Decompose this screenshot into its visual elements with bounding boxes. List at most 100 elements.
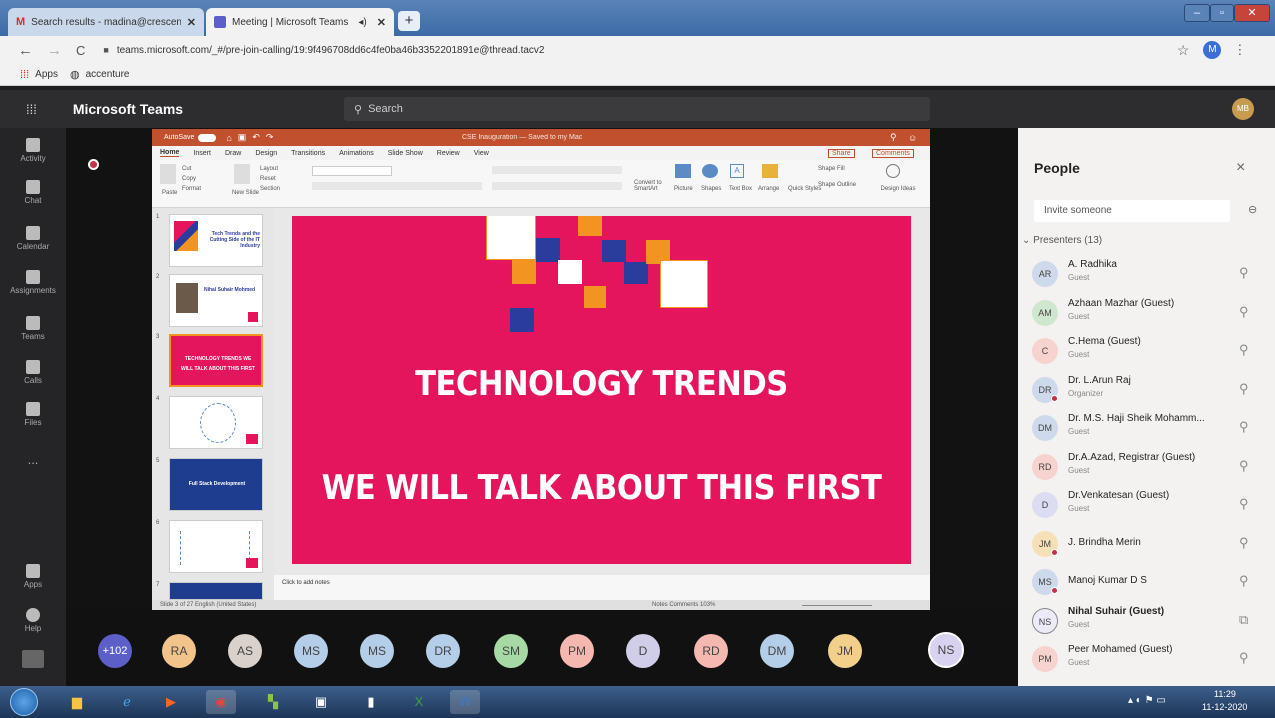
tab-view[interactable]: View <box>474 150 489 157</box>
ppt-account-icon[interactable]: ☺ <box>908 133 917 143</box>
rail-apps[interactable]: Apps <box>0 564 66 589</box>
maximize-button[interactable]: ▫ <box>1210 4 1234 22</box>
close-tab-icon[interactable]: ✕ <box>377 16 386 29</box>
document-icon[interactable]: ▮ <box>356 690 386 714</box>
participant-avatar[interactable]: NS <box>928 632 964 668</box>
tab-gmail[interactable]: M Search results - madina@crescen ✕ <box>8 8 204 36</box>
participant-avatar[interactable]: DR <box>426 634 460 668</box>
alignment-toolbar[interactable] <box>492 182 622 190</box>
textbox-icon[interactable]: A <box>730 164 744 178</box>
ie-icon[interactable]: ℯ <box>112 690 142 714</box>
zoom-slider[interactable] <box>802 605 872 606</box>
window-icon[interactable]: ▣ <box>306 690 336 714</box>
bookmark-accenture[interactable]: accenture <box>86 69 130 80</box>
app-launcher-icon[interactable]: ⁞⁞⁞ <box>26 102 37 117</box>
shape-fill-button[interactable]: Shape Fill <box>818 166 845 172</box>
tab-teams[interactable]: Meeting | Microsoft Teams ◂) ✕ <box>206 8 394 36</box>
invite-input[interactable]: Invite someone <box>1034 200 1230 222</box>
save-icon[interactable]: ▣ <box>238 132 247 143</box>
person-row[interactable]: DM Dr. M.S. Haji Sheik Mohamm... Guest ⚲ <box>1018 410 1275 446</box>
slide-thumbnail-7[interactable] <box>169 582 263 600</box>
new-tab-button[interactable]: + <box>398 11 420 31</box>
share-invite-icon[interactable]: ⊖ <box>1248 203 1257 216</box>
participant-avatar[interactable]: SM <box>494 634 528 668</box>
tray-icons[interactable]: ▴ ◐ ⚑ ▭ <box>1128 695 1166 706</box>
person-row[interactable]: PM Peer Mohamed (Guest) Guest ⚲ <box>1018 641 1275 677</box>
person-row[interactable]: JM J. Brindha Merin ⚲ <box>1018 526 1275 562</box>
person-row[interactable]: AM Azhaan Mazhar (Guest) Guest ⚲ <box>1018 295 1275 331</box>
rail-teams[interactable]: Teams <box>0 316 66 341</box>
slide-thumbnail-2[interactable]: Nihal Suhair Mohmed <box>169 274 263 327</box>
participant-avatar[interactable]: D <box>626 634 660 668</box>
tab-transitions[interactable]: Transitions <box>291 150 325 157</box>
home-icon[interactable]: ⌂ <box>226 133 231 143</box>
minimize-button[interactable]: – <box>1184 4 1210 22</box>
search-box[interactable]: ⚲ Search <box>344 97 930 121</box>
new-slide-icon[interactable] <box>234 164 250 184</box>
person-row[interactable]: MS Manoj Kumar D S ⚲ <box>1018 564 1275 600</box>
notes-pane[interactable]: Click to add notes <box>274 575 930 600</box>
participant-avatar[interactable]: RD <box>694 634 728 668</box>
arrange-icon[interactable] <box>762 164 778 178</box>
rail-activity[interactable]: Activity <box>0 138 66 163</box>
format-button[interactable]: Format <box>182 186 201 192</box>
section-button[interactable]: Section <box>260 186 280 192</box>
rail-more[interactable]: ... <box>0 452 66 467</box>
rail-device[interactable] <box>0 650 66 670</box>
close-window-button[interactable]: ✕ <box>1234 4 1270 22</box>
forward-icon[interactable]: → <box>47 42 62 59</box>
cut-button[interactable]: Cut <box>182 166 191 172</box>
layout-button[interactable]: Layout <box>260 166 278 172</box>
participant-avatar[interactable]: JM <box>828 634 862 668</box>
bookmark-apps[interactable]: Apps <box>35 69 58 80</box>
participant-avatar[interactable]: PM <box>560 634 594 668</box>
picture-icon[interactable] <box>675 164 691 178</box>
slide-thumbnail-6[interactable] <box>169 520 263 573</box>
reset-button[interactable]: Reset <box>260 176 276 182</box>
font-format-toolbar[interactable] <box>312 182 482 190</box>
undo-icon[interactable]: ↶ <box>252 132 260 143</box>
back-icon[interactable]: ← <box>18 42 33 59</box>
reload-icon[interactable]: C <box>76 43 85 58</box>
paragraph-toolbar[interactable] <box>492 166 622 174</box>
rail-calls[interactable]: Calls <box>0 360 66 385</box>
tab-review[interactable]: Review <box>437 150 460 157</box>
tab-home[interactable]: Home <box>160 149 180 157</box>
slide-thumbnail-5[interactable]: Full Stack Development <box>169 458 263 511</box>
tab-animations[interactable]: Animations <box>339 150 374 157</box>
close-tab-icon[interactable]: ✕ <box>187 16 196 29</box>
media-player-icon[interactable]: ▶ <box>156 690 186 714</box>
font-select[interactable] <box>312 166 392 176</box>
slide-thumbnail-4[interactable] <box>169 396 263 449</box>
star-icon[interactable]: ☆ <box>1177 42 1190 59</box>
share-button[interactable]: Share <box>828 148 855 158</box>
presenters-section-toggle[interactable]: ⌄ Presenters (13) <box>1022 235 1102 246</box>
person-row[interactable]: RD Dr.A.Azad, Registrar (Guest) Guest ⚲ <box>1018 449 1275 485</box>
participant-avatar[interactable]: +102 <box>98 634 132 668</box>
ppt-search-icon[interactable]: ⚲ <box>890 132 897 143</box>
design-ideas-icon[interactable] <box>886 164 900 178</box>
user-avatar[interactable]: MB <box>1232 98 1254 120</box>
redo-icon[interactable]: ↷ <box>266 132 274 143</box>
person-row[interactable]: C C.Hema (Guest) Guest ⚲ <box>1018 333 1275 369</box>
person-row[interactable]: D Dr.Venkatesan (Guest) Guest ⚲ <box>1018 487 1275 523</box>
comments-button[interactable]: Comments <box>872 148 914 158</box>
slide-thumbnail-3[interactable]: TECHNOLOGY TRENDS WE WILL TALK ABOUT THI… <box>169 334 263 387</box>
quick-styles-label[interactable]: Quick Styles <box>788 186 821 192</box>
profile-avatar[interactable]: M <box>1203 41 1222 59</box>
autosave-toggle[interactable] <box>198 133 217 142</box>
word-icon[interactable]: W <box>450 690 480 714</box>
view-controls[interactable]: Notes Comments 103% <box>652 602 715 608</box>
participant-avatar[interactable]: MS <box>360 634 394 668</box>
paste-icon[interactable] <box>160 164 176 184</box>
copy-button[interactable]: Copy <box>182 176 196 182</box>
explorer-icon[interactable]: ▆ <box>62 690 92 714</box>
menu-icon[interactable]: ⋮ <box>1233 42 1246 58</box>
participant-avatar[interactable]: RA <box>162 634 196 668</box>
rail-files[interactable]: Files <box>0 402 66 427</box>
rail-calendar[interactable]: Calendar <box>0 226 66 251</box>
participant-avatar[interactable]: AS <box>228 634 262 668</box>
start-button[interactable] <box>10 688 38 716</box>
person-row[interactable]: DR Dr. L.Arun Raj Organizer ⚲ <box>1018 372 1275 408</box>
tab-slideshow[interactable]: Slide Show <box>388 150 423 157</box>
